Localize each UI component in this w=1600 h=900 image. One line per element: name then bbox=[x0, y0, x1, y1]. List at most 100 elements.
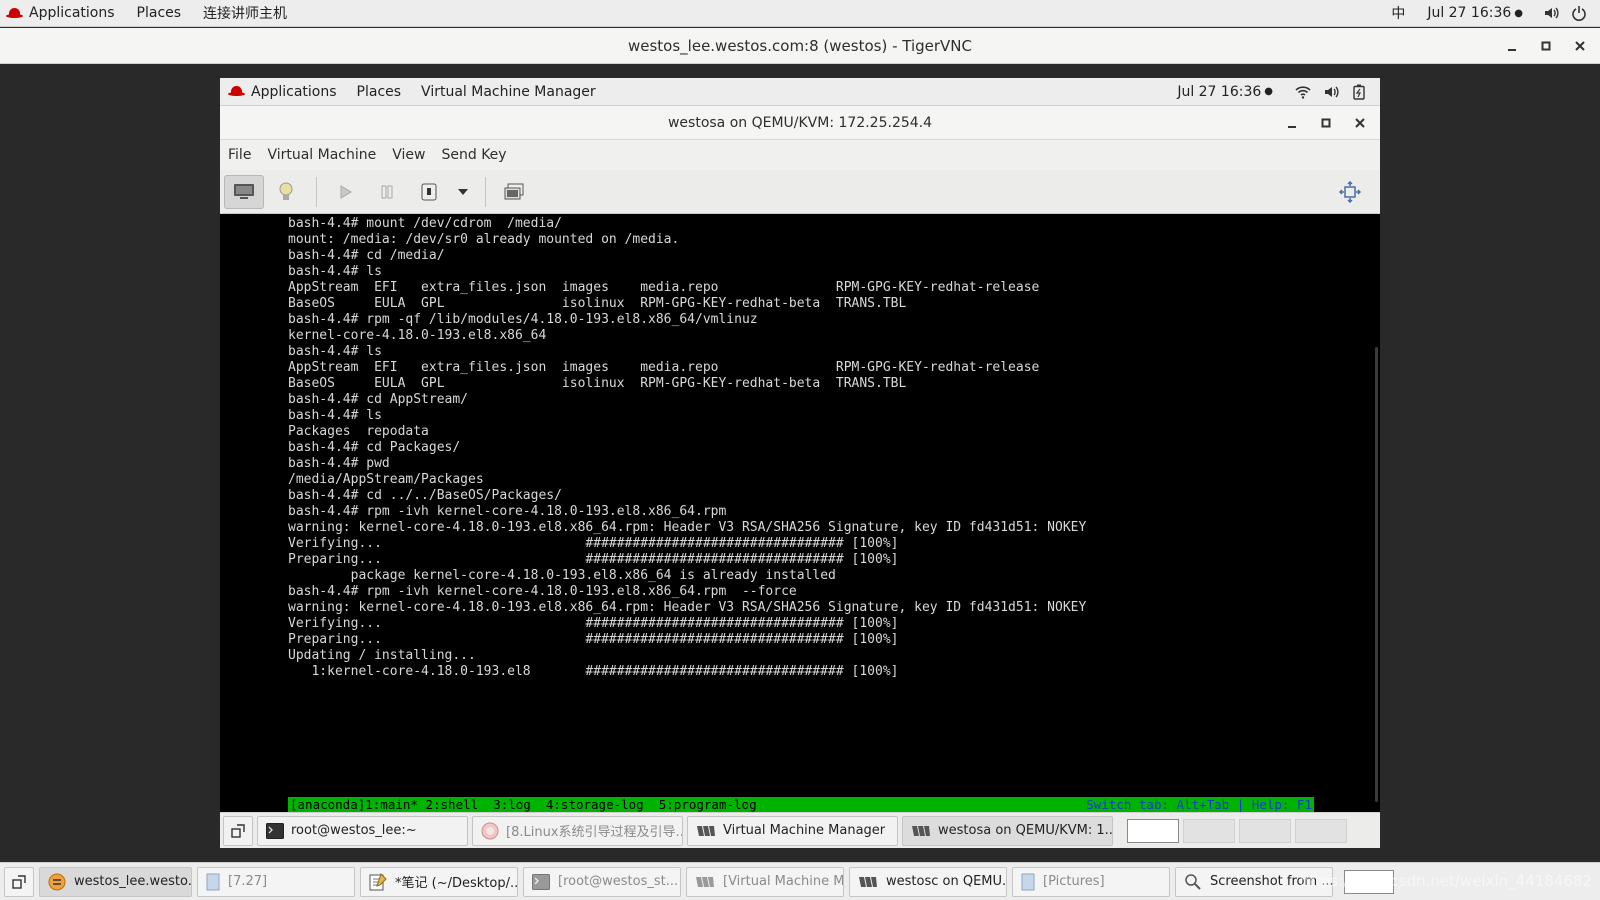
inner-places-menu[interactable]: Places bbox=[347, 78, 412, 106]
show-desktop-icon bbox=[12, 874, 26, 889]
minimize-button[interactable] bbox=[1504, 38, 1520, 54]
vmm-icon bbox=[697, 825, 715, 836]
inner-task-vm-console-label: westosa on QEMU/KVM: 1... bbox=[938, 823, 1113, 838]
workspace-3[interactable] bbox=[1239, 818, 1291, 843]
outer-task-vmm[interactable]: [Virtual Machine M... bbox=[686, 866, 844, 897]
outer-task-westosc-label: westosc on QEMU... bbox=[886, 874, 1007, 889]
document-icon bbox=[206, 873, 220, 890]
outer-task-vnc-label: westos_lee.westo... bbox=[74, 874, 192, 889]
vmm-icon bbox=[696, 876, 714, 887]
vmm-maximize-button[interactable] bbox=[1318, 115, 1334, 131]
outer-task-folder-727[interactable]: [7.27] bbox=[197, 866, 355, 897]
inner-task-terminal[interactable]: root@westos_lee:~ bbox=[257, 815, 468, 846]
console-scrollbar[interactable] bbox=[1375, 347, 1378, 802]
folder-icon bbox=[1021, 873, 1035, 890]
clock-text: Jul 27 16:36 bbox=[1427, 5, 1512, 21]
power-off-icon bbox=[421, 183, 437, 200]
inner-task-vmm-label: Virtual Machine Manager bbox=[723, 823, 886, 838]
workspace-2[interactable] bbox=[1183, 818, 1235, 843]
vmm-minimize-button[interactable] bbox=[1284, 115, 1300, 131]
vnc-window-title: westos_lee.westos.com:8 (westos) - Tiger… bbox=[627, 36, 972, 55]
outer-task-vnc[interactable]: westos_lee.westo... bbox=[39, 866, 192, 897]
inner-vmm-menu[interactable]: Virtual Machine Manager bbox=[411, 78, 606, 106]
input-method-indicator[interactable]: 中 bbox=[1380, 0, 1416, 27]
vmm-icon bbox=[912, 825, 930, 836]
tigervnc-icon bbox=[48, 873, 66, 890]
vmm-toolbar bbox=[220, 170, 1380, 214]
workspace-1[interactable] bbox=[1127, 818, 1179, 843]
workspace-4[interactable] bbox=[1295, 818, 1347, 843]
inner-task-browser-label: [8.Linux系统引导过程及引导... bbox=[506, 825, 683, 840]
inner-task-browser[interactable]: [8.Linux系统引导过程及引导... bbox=[472, 815, 683, 846]
inner-task-terminal-label: root@westos_lee:~ bbox=[291, 823, 417, 838]
anaconda-help: Switch tab: Alt+Tab | Help: F1 bbox=[1086, 797, 1312, 812]
details-view-button[interactable] bbox=[266, 175, 306, 209]
redhat-logo-icon bbox=[6, 7, 23, 19]
snapshots-icon bbox=[504, 183, 524, 199]
pause-button[interactable] bbox=[367, 175, 407, 209]
connect-teacher-host-menu[interactable]: 连接讲师主机 bbox=[192, 0, 298, 27]
monitor-icon bbox=[234, 183, 254, 199]
battery-icon[interactable] bbox=[1350, 83, 1368, 101]
outer-top-bar: Applications Places 连接讲师主机 中 Jul 27 16:3… bbox=[0, 0, 1600, 27]
firefox-icon bbox=[481, 822, 499, 839]
csdn-watermark: https://blog.csdn.net/weixin_44184682 bbox=[1299, 872, 1592, 890]
vmm-window-title: westosa on QEMU/KVM: 172.25.254.4 bbox=[667, 114, 933, 131]
vmm-icon bbox=[859, 876, 877, 887]
inner-task-vmm[interactable]: Virtual Machine Manager bbox=[687, 815, 898, 846]
vmm-close-button[interactable] bbox=[1352, 115, 1368, 131]
show-desktop-button[interactable] bbox=[223, 815, 253, 846]
inner-taskbar: root@westos_lee:~ [8.Linux系统引导过程及引导... V… bbox=[220, 812, 1380, 848]
shutdown-dropdown-button[interactable] bbox=[451, 175, 475, 209]
outer-show-desktop-button[interactable] bbox=[4, 866, 34, 897]
console-view-button[interactable] bbox=[224, 174, 264, 209]
redhat-logo-icon bbox=[228, 86, 245, 97]
lightbulb-icon bbox=[279, 182, 293, 200]
run-button[interactable] bbox=[325, 175, 365, 209]
clock-dot: ● bbox=[1514, 7, 1523, 19]
wifi-icon[interactable] bbox=[1294, 83, 1312, 101]
inner-applications-menu[interactable]: Applications bbox=[220, 78, 347, 106]
inner-volume-icon[interactable] bbox=[1322, 83, 1340, 101]
shutdown-button[interactable] bbox=[409, 175, 449, 209]
outer-task-pictures[interactable]: [Pictures] bbox=[1012, 866, 1170, 897]
close-button[interactable] bbox=[1572, 38, 1588, 54]
vm-desktop[interactable]: Applications Places Virtual Machine Mana… bbox=[220, 78, 1380, 848]
applications-label: Applications bbox=[29, 5, 115, 21]
inner-clock[interactable]: Jul 27 16:36 ● bbox=[1167, 78, 1289, 106]
outer-taskbar: westos_lee.westo... [7.27] *笔记 (~/Deskto… bbox=[0, 862, 1600, 900]
text-editor-icon bbox=[369, 872, 387, 890]
outer-task-notes-label: *笔记 (~/Desktop/... bbox=[395, 876, 518, 891]
inner-clock-text: Jul 27 16:36 bbox=[1177, 83, 1262, 100]
outer-task-folder-727-label: [7.27] bbox=[228, 874, 268, 889]
power-icon[interactable] bbox=[1570, 4, 1588, 22]
vm-console[interactable]: grub2 bash-4.4# mount /dev/cdrom /media/… bbox=[220, 214, 1380, 812]
fullscreen-icon bbox=[1339, 181, 1361, 203]
volume-icon[interactable] bbox=[1542, 4, 1560, 22]
menu-file[interactable]: File bbox=[220, 147, 259, 163]
fullscreen-button[interactable] bbox=[1330, 175, 1370, 209]
remote-desktop[interactable]: Applications Places Virtual Machine Mana… bbox=[0, 65, 1600, 862]
vnc-window-titlebar[interactable]: westos_lee.westos.com:8 (westos) - Tiger… bbox=[0, 28, 1600, 64]
show-desktop-icon bbox=[231, 823, 245, 838]
clock[interactable]: Jul 27 16:36 ● bbox=[1416, 0, 1537, 27]
applications-menu[interactable]: Applications bbox=[0, 0, 126, 27]
outer-task-westosc[interactable]: westosc on QEMU... bbox=[849, 866, 1007, 897]
places-menu[interactable]: Places bbox=[126, 0, 193, 27]
vmm-menubar: File Virtual Machine View Send Key bbox=[220, 140, 1380, 170]
menu-virtual-machine[interactable]: Virtual Machine bbox=[259, 147, 384, 163]
anaconda-status-bar: [anaconda]1:main* 2:shell 3:log 4:storag… bbox=[288, 797, 1314, 812]
play-icon bbox=[340, 184, 352, 199]
terminal-icon bbox=[532, 873, 550, 890]
inner-task-vm-console[interactable]: westosa on QEMU/KVM: 1... bbox=[902, 815, 1113, 846]
vmm-window-titlebar[interactable]: westosa on QEMU/KVM: 172.25.254.4 bbox=[220, 106, 1380, 140]
outer-task-terminal[interactable]: [root@westos_st... bbox=[523, 866, 681, 897]
inner-applications-label: Applications bbox=[251, 83, 337, 100]
outer-task-notes[interactable]: *笔记 (~/Desktop/... bbox=[360, 866, 518, 897]
chevron-down-icon bbox=[458, 188, 468, 195]
menu-send-key[interactable]: Send Key bbox=[433, 147, 514, 163]
snapshots-button[interactable] bbox=[494, 175, 534, 209]
maximize-button[interactable] bbox=[1538, 38, 1554, 54]
pause-icon bbox=[381, 185, 393, 198]
menu-view[interactable]: View bbox=[384, 147, 433, 163]
